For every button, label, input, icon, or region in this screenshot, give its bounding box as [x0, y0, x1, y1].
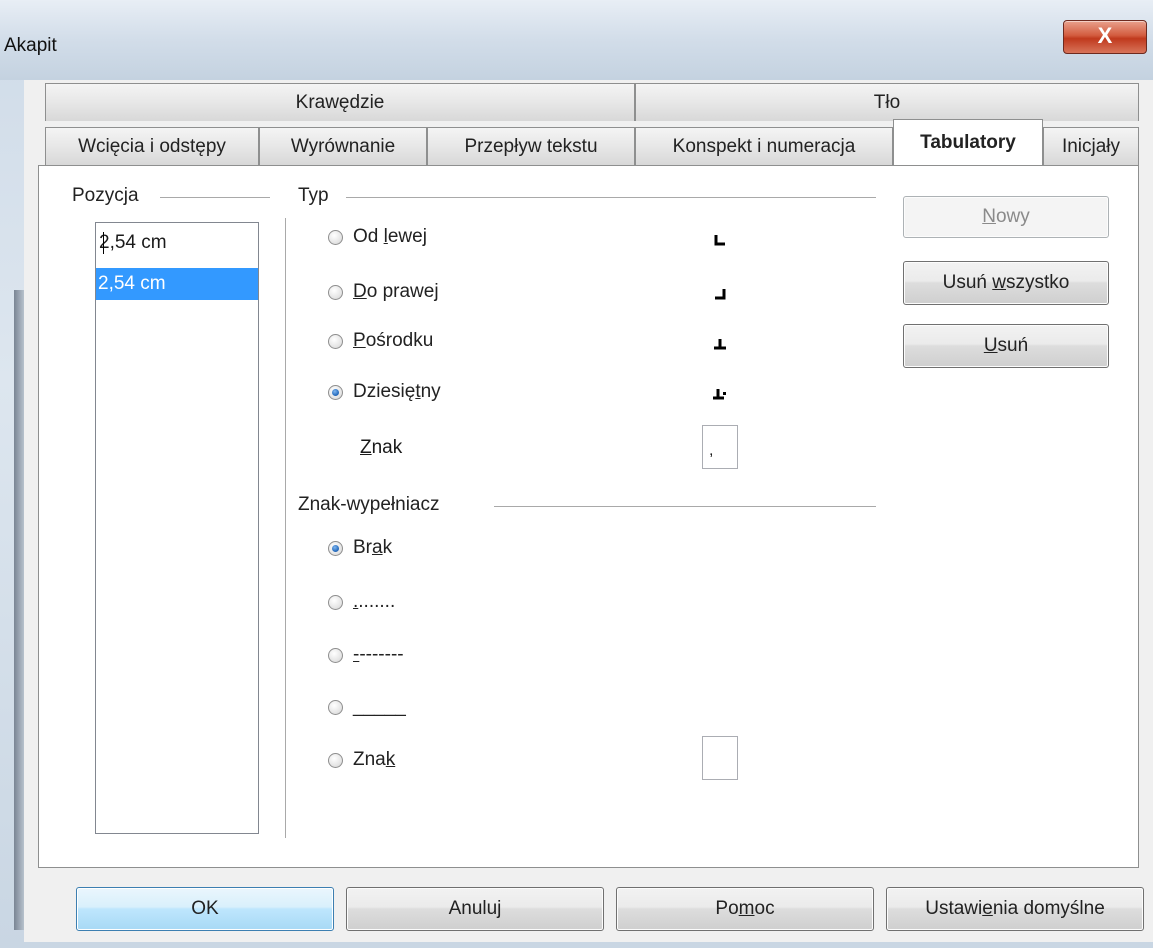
fill-none-label: Brak: [353, 537, 393, 558]
help-button[interactable]: Pomoc: [616, 887, 874, 931]
window-left-edge: [14, 290, 24, 930]
fill-header: Znak-wypełniacz: [298, 494, 448, 516]
decimal-char-value: ,: [709, 442, 714, 459]
decimal-char-input[interactable]: ,: [702, 425, 738, 469]
fill-underline-radio[interactable]: _____: [328, 696, 406, 718]
tab-decimal-icon: [713, 389, 726, 400]
fill-dots-radio[interactable]: ........: [328, 591, 395, 613]
type-decimal-radio[interactable]: Dziesiętny: [328, 381, 441, 403]
type-left-radio[interactable]: Od lewej: [328, 226, 427, 248]
radio-button[interactable]: [328, 699, 343, 715]
position-header: Pozycja: [72, 185, 147, 207]
tab-indents-spacing[interactable]: Wcięcia i odstępy: [45, 127, 259, 165]
tab-background[interactable]: Tło: [635, 83, 1139, 121]
decimal-char-label: Znak: [360, 437, 403, 458]
position-header-line: [160, 197, 270, 198]
list-item[interactable]: 2,54 cm: [96, 268, 258, 300]
type-center-label: Pośrodku: [353, 330, 434, 351]
position-list[interactable]: [95, 222, 259, 834]
position-input-value: 2,54 cm: [99, 232, 167, 253]
fill-dashes-label: --------: [353, 644, 404, 665]
radio-button[interactable]: [328, 333, 343, 349]
fill-dashes-radio[interactable]: --------: [328, 644, 404, 666]
tab-left-icon: [714, 235, 725, 246]
type-right-label: Do prawej: [353, 281, 439, 302]
tab-tabs[interactable]: Tabulatory: [893, 119, 1043, 165]
radio-button-checked[interactable]: [328, 540, 343, 556]
type-decimal-label: Dziesiętny: [353, 381, 441, 402]
radio-button[interactable]: [328, 647, 343, 663]
fill-header-line: [494, 506, 876, 507]
radio-button[interactable]: [328, 752, 343, 768]
ok-button[interactable]: OK: [76, 887, 334, 931]
fill-char-input[interactable]: [702, 736, 738, 780]
type-left-label: Od lewej: [353, 226, 427, 247]
radio-button-checked[interactable]: [328, 384, 343, 400]
tab-center-icon: [714, 339, 726, 350]
close-button[interactable]: X: [1063, 20, 1147, 54]
dialog-title: Akapit: [4, 35, 57, 56]
reset-defaults-button[interactable]: Ustawienia domyślne: [886, 887, 1144, 931]
tab-drop-caps[interactable]: Inicjały: [1043, 127, 1139, 165]
tab-borders[interactable]: Krawędzie: [45, 83, 635, 121]
fill-underline-label: _____: [353, 696, 406, 717]
delete-all-button[interactable]: Usuń wszystko: [903, 261, 1109, 305]
tab-right-icon: [715, 289, 726, 300]
type-header-line: [346, 197, 876, 198]
type-center-radio[interactable]: Pośrodku: [328, 330, 433, 352]
fill-none-radio[interactable]: Brak: [328, 537, 392, 559]
type-header: Typ: [298, 185, 337, 207]
fill-char-label: Znak: [353, 749, 396, 770]
cancel-button[interactable]: Anuluj: [346, 887, 604, 931]
radio-button[interactable]: [328, 284, 343, 300]
position-input[interactable]: 2,54 cm: [96, 223, 258, 263]
fill-dots-label: ........: [353, 591, 396, 612]
radio-button[interactable]: [328, 594, 343, 610]
radio-button[interactable]: [328, 229, 343, 245]
new-button[interactable]: Nowy: [903, 196, 1109, 238]
group-separator: [285, 218, 286, 838]
tab-alignment[interactable]: Wyrównanie: [259, 127, 427, 165]
tab-outline-numbering[interactable]: Konspekt i numeracja: [635, 127, 893, 165]
tab-text-flow[interactable]: Przepływ tekstu: [427, 127, 635, 165]
delete-button[interactable]: Usuń: [903, 324, 1109, 368]
fill-char-radio[interactable]: Znak: [328, 749, 395, 771]
title-bar: [0, 0, 1153, 80]
text-cursor: [103, 232, 104, 254]
type-right-radio[interactable]: Do prawej: [328, 281, 439, 303]
